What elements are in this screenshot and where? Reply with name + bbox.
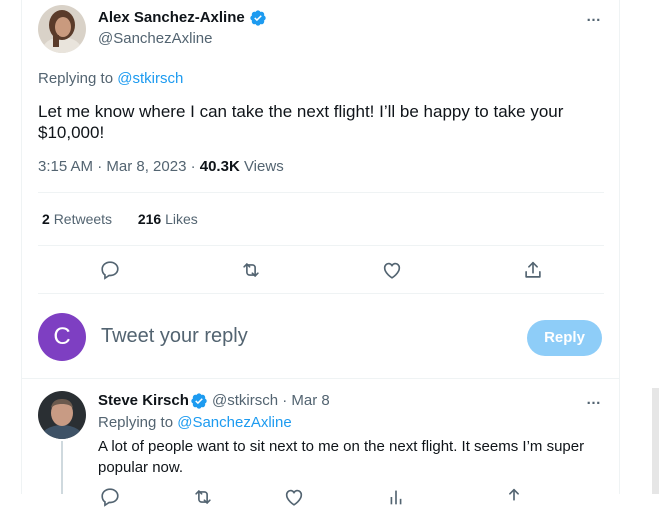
reply-icon[interactable] — [99, 259, 121, 281]
reply-button[interactable]: Reply — [527, 320, 602, 356]
share-icon[interactable] — [503, 486, 525, 508]
reply-input[interactable]: Tweet your reply — [101, 325, 248, 348]
views-count: 40.3K — [199, 158, 240, 175]
author-handle[interactable]: @SanchezAxline — [98, 30, 212, 47]
thread-connector — [61, 441, 63, 494]
views-chart-icon[interactable] — [385, 486, 407, 508]
user-avatar[interactable]: C — [38, 313, 86, 361]
like-heart-icon[interactable] — [283, 486, 305, 508]
divider — [38, 192, 604, 193]
replying-to-label: Replying to — [38, 70, 114, 87]
retweets-label: Retweets — [53, 211, 113, 227]
retweet-icon[interactable] — [240, 259, 262, 281]
replying-to: Replying to @stkirsch — [38, 70, 183, 87]
reply-author-handle[interactable]: @stkirsch · Mar 8 — [212, 392, 330, 409]
share-icon[interactable] — [522, 259, 544, 281]
retweets-stat[interactable]: 2 Retweets — [42, 211, 112, 227]
divider — [38, 293, 604, 294]
tweet-timestamp[interactable]: 3:15 AM · Mar 8, 2023 · — [38, 158, 200, 175]
author-name[interactable]: Alex Sanchez-Axline — [98, 9, 245, 26]
divider — [38, 245, 604, 246]
replying-to-link[interactable]: @stkirsch — [117, 70, 183, 87]
verified-badge-icon — [190, 392, 208, 415]
timeline-border-left — [21, 0, 22, 494]
likes-count: 216 — [137, 211, 162, 227]
reply-replying-to: Replying to @SanchezAxline — [98, 414, 292, 431]
timeline-border-right — [619, 0, 620, 494]
reply-icon[interactable] — [99, 486, 121, 508]
views-label: Views — [239, 158, 284, 175]
engagement-stats: 2 Retweets 216 Likes — [42, 211, 198, 227]
reply-tweet-text: A lot of people want to sit next to me o… — [98, 438, 585, 476]
tweet-text: Let me know where I can take the next fl… — [38, 102, 564, 142]
more-options-icon[interactable]: … — [586, 391, 602, 408]
replying-to-label: Replying to — [98, 414, 174, 431]
replying-to-link[interactable]: @SanchezAxline — [177, 414, 291, 431]
more-options-icon[interactable]: … — [586, 8, 602, 25]
tweet-meta: 3:15 AM · Mar 8, 2023 · 40.3K Views — [38, 158, 284, 175]
scrollbar-track[interactable] — [652, 388, 659, 494]
like-heart-icon[interactable] — [381, 259, 403, 281]
author-avatar[interactable] — [38, 5, 86, 53]
verified-badge-icon — [249, 9, 267, 32]
likes-stat[interactable]: 216 Likes — [138, 211, 198, 227]
retweet-icon[interactable] — [192, 486, 214, 508]
reply-author-name[interactable]: Steve Kirsch — [98, 392, 189, 409]
retweets-count: 2 — [42, 211, 50, 227]
likes-label: Likes — [165, 211, 198, 227]
reply-author-avatar[interactable] — [38, 391, 86, 439]
divider — [21, 378, 619, 379]
